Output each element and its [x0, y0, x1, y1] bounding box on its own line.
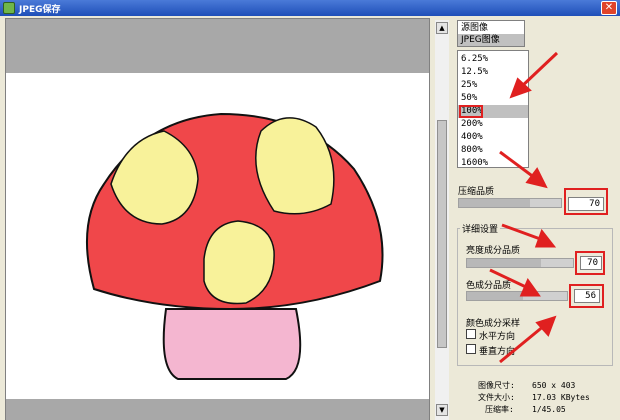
sampling-arrow-line	[499, 323, 546, 364]
luma-arrow-line	[501, 223, 544, 242]
zoom-arrow-line	[518, 51, 559, 90]
compression-arrow-line	[499, 150, 536, 180]
luma-arrowhead	[534, 228, 557, 248]
compression-arrowhead	[525, 167, 548, 189]
chroma-arrowhead	[519, 277, 541, 297]
sampling-arrowhead	[535, 315, 557, 337]
annotation-arrows	[489, 51, 559, 364]
chroma-arrow-line	[489, 268, 529, 290]
